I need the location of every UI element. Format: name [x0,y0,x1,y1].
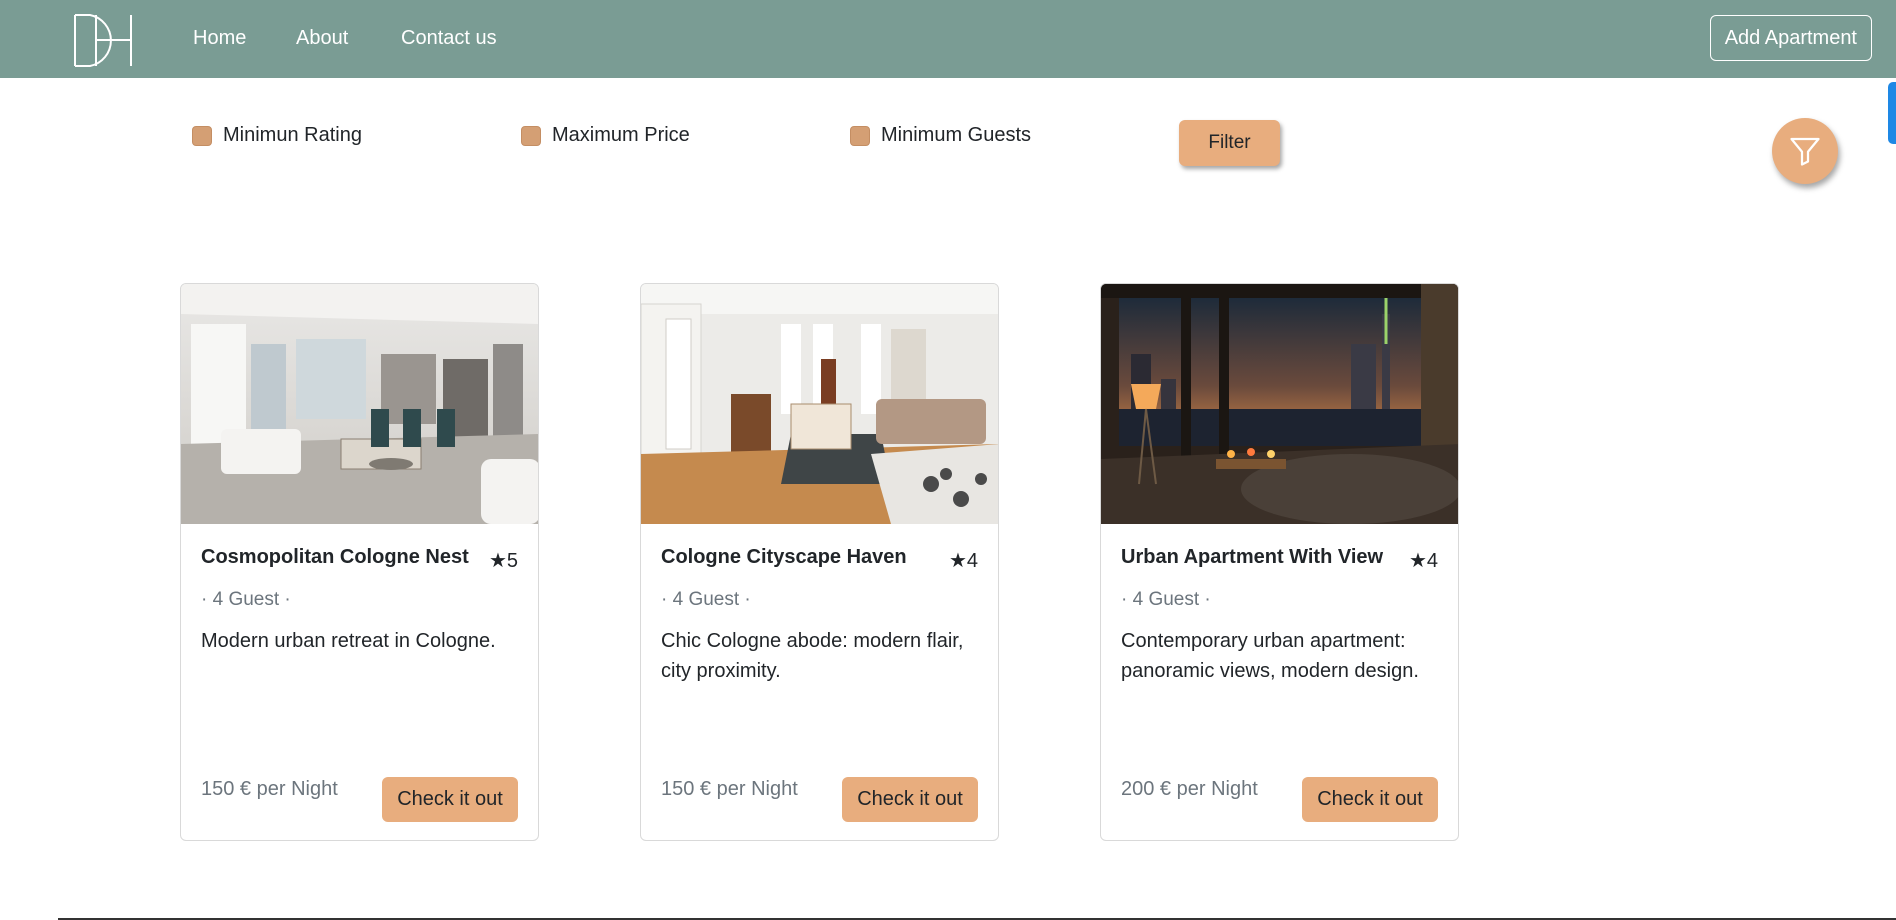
card-description: Contemporary urban apartment: panoramic … [1121,630,1419,682]
minimum-rating-checkbox[interactable]: Minimun Rating [192,124,362,147]
add-apartment-button[interactable]: Add Apartment [1709,15,1872,61]
apartment-card: Cosmopolitan Cologne Nest ★5 · 4 Guest ·… [180,283,539,841]
apartment-photo[interactable] [181,284,539,524]
apartment-card: Cologne Cityscape Haven ★4 · 4 Guest · C… [640,283,999,841]
maximum-price-label: Maximum Price [552,124,690,146]
filter-button[interactable]: Filter [1179,120,1280,166]
maximum-price-checkbox[interactable]: Maximum Price [521,124,690,147]
funnel-icon [1790,137,1820,166]
card-price: 200 € per Night [1121,778,1258,800]
card-rating: ★4 [1408,550,1438,572]
check-it-out-button[interactable]: Check it out [842,777,978,822]
apartment-card: Urban Apartment With View ★4 · 4 Guest ·… [1100,283,1459,841]
nav-about-link[interactable]: About [296,27,348,50]
checkbox-square[interactable] [192,125,212,146]
check-it-out-button[interactable]: Check it out [1302,777,1438,822]
dh-logo-icon[interactable] [72,12,134,68]
scrollbar-handle[interactable] [1888,82,1896,144]
card-guests: · 4 Guest · [201,589,291,610]
minimum-rating-label: Minimun Rating [223,124,362,146]
card-title: Cologne Cityscape Haven [661,546,907,568]
minimum-guests-checkbox[interactable]: Minimum Guests [850,124,1031,147]
checkbox-square[interactable] [521,125,541,146]
filter-fab-button[interactable] [1772,118,1838,184]
apartment-photo[interactable] [641,284,999,524]
card-description: Modern urban retreat in Cologne. [201,630,496,652]
card-guests: · 4 Guest · [661,589,751,610]
card-guests: · 4 Guest · [1121,589,1211,610]
nav-home-link[interactable]: Home [193,27,246,50]
nav-contact-link[interactable]: Contact us [401,27,497,50]
card-price: 150 € per Night [201,778,338,800]
card-title: Urban Apartment With View [1121,546,1384,568]
card-rating: ★5 [488,550,518,572]
card-title: Cosmopolitan Cologne Nest [201,546,469,568]
check-it-out-button[interactable]: Check it out [382,777,518,822]
card-rating: ★4 [948,550,978,572]
checkbox-square[interactable] [850,125,870,146]
minimum-guests-label: Minimum Guests [881,124,1032,146]
navbar: Home About Contact us Add Apartment [0,0,1896,78]
apartment-photo[interactable] [1101,284,1459,524]
card-description: Chic Cologne abode: modern flair, city p… [661,630,964,682]
card-price: 150 € per Night [661,778,798,800]
